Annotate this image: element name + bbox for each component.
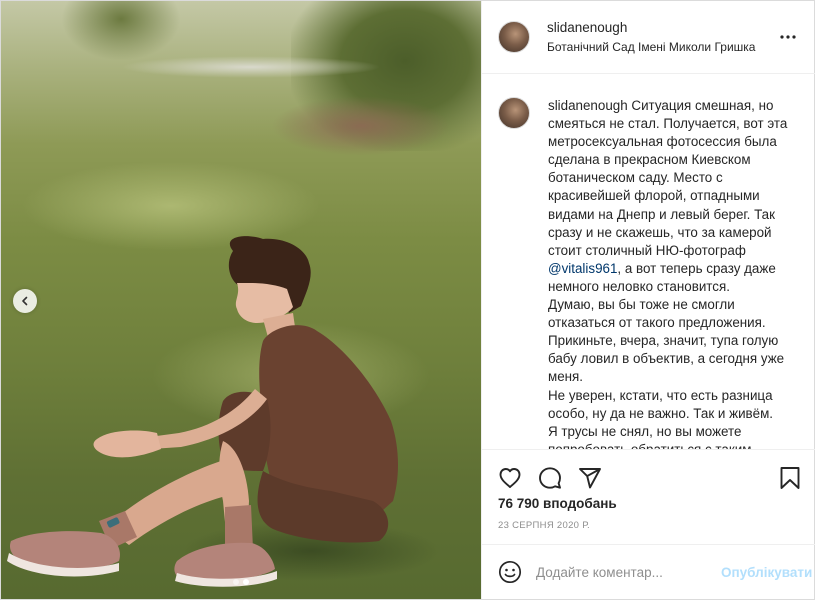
post-caption: slidanenough Ситуация смешная, но смеять… [548, 97, 800, 449]
carousel-indicator [1, 579, 481, 585]
publish-button[interactable]: Опублікувати [721, 565, 812, 580]
carousel-dot [233, 579, 239, 585]
post-header: slidanenough Ботанічний Сад Імені Миколи… [482, 1, 815, 74]
comment-bar: Опублікувати [482, 544, 815, 599]
emoji-button[interactable] [498, 559, 522, 585]
post-date[interactable]: 23 серпня 2020 р. [498, 520, 590, 531]
more-options-icon [780, 35, 796, 39]
heart-icon [499, 467, 521, 488]
carousel-dot-active [243, 579, 249, 585]
carousel-prev-button[interactable] [13, 289, 37, 313]
avatar[interactable] [498, 21, 530, 53]
caption-mention-link[interactable]: @vitalis961 [548, 261, 617, 276]
post-header-meta: slidanenough Ботанічний Сад Імені Миколи… [547, 19, 776, 56]
caption-area: slidanenough Ситуация смешная, но смеять… [482, 75, 815, 449]
bookmark-icon [780, 466, 800, 489]
caption-paragraph: Думаю, вы бы тоже не смогли отказаться о… [548, 297, 785, 385]
caption-username[interactable]: slidanenough [548, 98, 628, 113]
caption-text: Ситуация смешная, но смеяться не стал. П… [548, 98, 788, 258]
comment-button[interactable] [536, 464, 564, 492]
photo-subject [7, 236, 398, 587]
avatar[interactable] [498, 97, 530, 129]
share-button[interactable] [576, 464, 604, 492]
smiley-icon [498, 560, 522, 584]
instagram-post: slidanenough Ботанічний Сад Імені Миколи… [0, 0, 815, 600]
chevron-left-icon [22, 296, 28, 306]
post-side-panel: slidanenough Ботанічний Сад Імені Миколи… [481, 1, 815, 599]
save-button[interactable] [776, 464, 804, 492]
more-options-button[interactable] [776, 25, 800, 49]
caption-paragraph: Я трусы не снял, но вы можете попробоват… [548, 423, 751, 449]
comment-input[interactable] [536, 564, 713, 580]
location-link[interactable]: Ботанічний Сад Імені Миколи Гришка [547, 38, 776, 56]
username-link[interactable]: slidanenough [547, 19, 776, 37]
paper-plane-icon [579, 467, 601, 488]
like-button[interactable] [496, 464, 524, 492]
caption-paragraph: Не уверен, кстати, что есть разница особ… [548, 387, 774, 421]
likes-count[interactable]: 76 790 вподобань [498, 496, 617, 511]
post-photo[interactable] [1, 1, 481, 599]
comment-icon [539, 466, 561, 489]
